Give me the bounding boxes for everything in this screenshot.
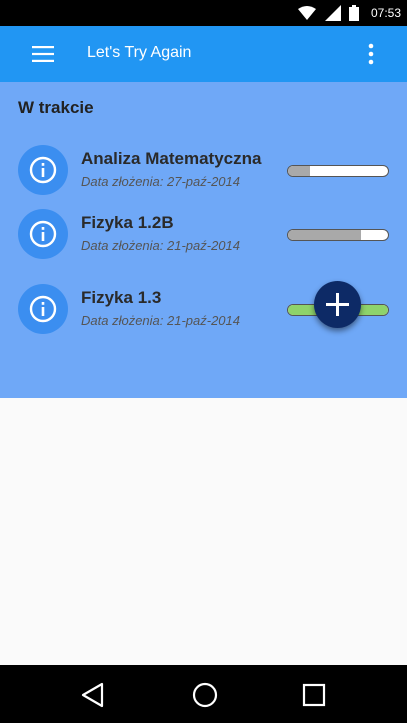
app-bar: Let's Try Again [0,26,407,82]
progress-bar [287,229,389,241]
back-icon[interactable] [78,681,106,709]
status-time: 07:53 [370,6,401,20]
progress-fill [288,166,310,176]
list-item[interactable]: Fizyka 1.2B Data złożenia: 21-paź-2014 [0,209,407,269]
section-title: W trakcie [18,98,94,117]
status-bar: 07:53 [0,0,407,26]
item-date: Data złożenia: 27-paź-2014 [81,174,240,189]
item-title: Fizyka 1.2B [81,213,174,232]
progress-bar [287,165,389,177]
add-fab-button[interactable] [314,281,361,328]
item-title: Fizyka 1.3 [81,288,162,307]
home-icon[interactable] [191,681,219,709]
info-icon[interactable] [18,145,68,195]
navigation-bar [0,665,407,723]
wifi-icon [298,6,317,20]
hamburger-menu-icon[interactable] [32,46,54,62]
item-date: Data złożenia: 21-paź-2014 [81,313,240,328]
more-vert-icon[interactable] [359,42,383,66]
info-icon[interactable] [18,209,68,259]
progress-fill [288,230,361,240]
app-title: Let's Try Again [87,44,192,61]
status-icons [294,5,359,21]
recents-icon[interactable] [300,681,328,709]
plus-icon [326,293,349,316]
in-progress-panel: W trakcie Analiza Matematyczna Data złoż… [0,82,407,398]
battery-icon [349,5,359,21]
signal-icon [324,5,341,21]
info-icon[interactable] [18,284,68,334]
list-item[interactable]: Analiza Matematyczna Data złożenia: 27-p… [0,145,407,205]
item-title: Analiza Matematyczna [81,149,262,168]
item-date: Data złożenia: 21-paź-2014 [81,238,240,253]
